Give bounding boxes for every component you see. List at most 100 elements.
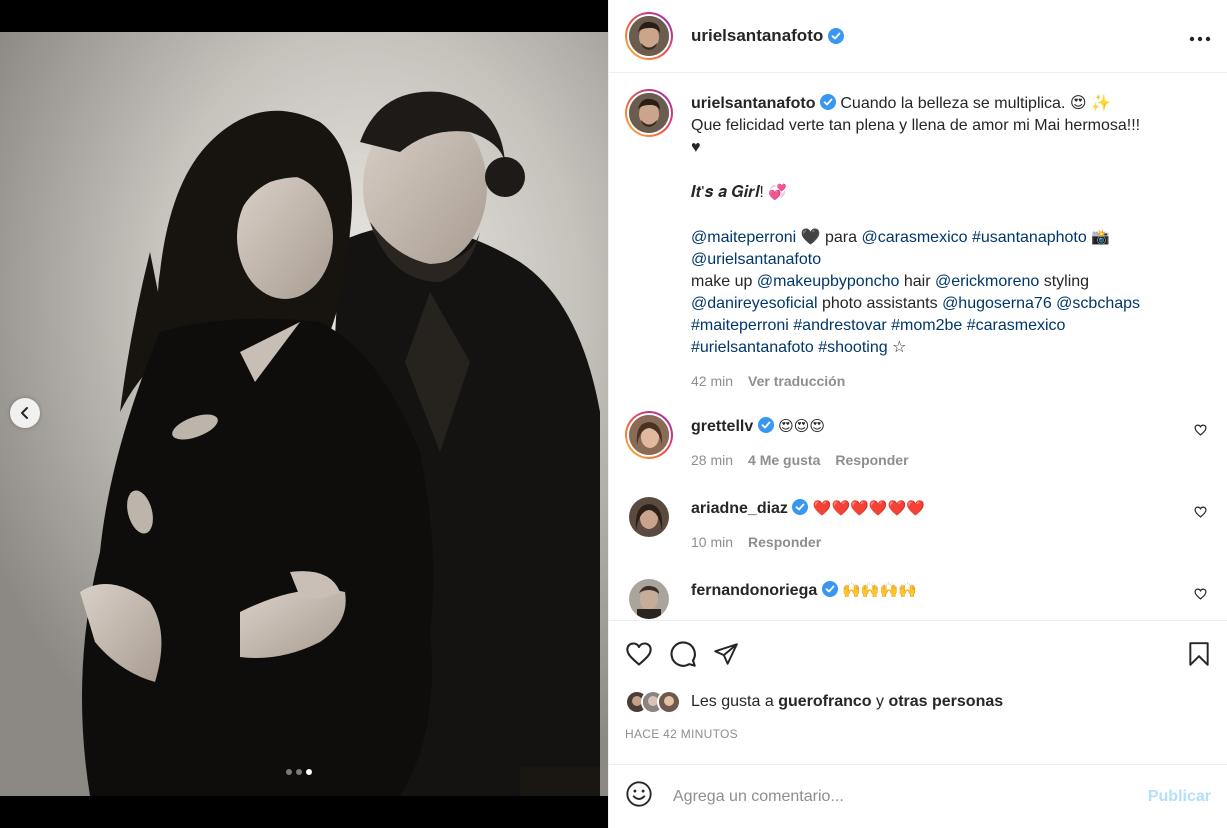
comment-likes[interactable]: 4 Me gusta [748, 449, 820, 471]
translate-link[interactable]: Ver traducción [748, 370, 845, 392]
mention-link[interactable]: @scbchaps [1056, 295, 1140, 312]
comment-row: ariadne_diaz ❤️❤️❤️❤️❤️❤️ 10 min Respond… [625, 493, 1211, 553]
heart-icon [1194, 588, 1207, 600]
maternity-photo [0, 32, 608, 796]
more-options-button[interactable] [1189, 25, 1211, 48]
hashtag-link[interactable]: #usantanaphoto [972, 229, 1087, 246]
save-button[interactable] [1187, 641, 1211, 667]
likes-prefix: Les gusta a [691, 693, 774, 710]
verified-icon [819, 94, 836, 110]
caption-row: urielsantanafoto Cuando la belleza se mu… [625, 89, 1211, 392]
avatar-image [629, 93, 669, 133]
comment-icon [670, 641, 696, 667]
commenter-avatar[interactable] [629, 579, 669, 619]
more-icon [1189, 36, 1211, 41]
caption-line3: ♥ [691, 139, 701, 156]
comment-text: ❤️❤️❤️❤️❤️❤️ [812, 499, 925, 517]
caption-text-assistants: photo assistants [821, 295, 938, 312]
caption-text-para: para [825, 229, 858, 246]
commenter-avatar[interactable] [629, 497, 669, 537]
like-comment-button[interactable] [1194, 423, 1207, 441]
comment-button[interactable] [669, 640, 697, 668]
caption-line2: Que felicidad verte tan plena y llena de… [691, 117, 1141, 134]
mention-link[interactable]: @urielsantanafoto [691, 251, 821, 268]
comment-row: fernandonoriega 🙌🙌🙌🙌 [625, 575, 1211, 620]
mention-link[interactable]: @makeupbyponcho [757, 273, 900, 290]
caption-text-styling: styling [1043, 273, 1090, 290]
reply-button[interactable]: Responder [835, 449, 908, 471]
comment-username[interactable]: grettellv [691, 418, 753, 435]
mention-link[interactable]: @danireyesoficial [691, 295, 818, 312]
heart-icon [1194, 506, 1207, 518]
caption-meta: 42 min Ver traducción [691, 370, 1191, 392]
author-username-text[interactable]: urielsantanafoto [691, 26, 823, 46]
star-glyph: ☆ [892, 339, 907, 356]
caption-username[interactable]: urielsantanafoto [691, 95, 815, 112]
hashtag-link[interactable]: #mom2be [891, 317, 962, 334]
likes-user[interactable]: guerofranco [778, 693, 871, 711]
emoji-picker-button[interactable] [625, 780, 653, 813]
liker-avatars[interactable] [625, 690, 681, 714]
hashtag-link[interactable]: #carasmexico [967, 317, 1066, 334]
mention-link[interactable]: @maiteperroni [691, 229, 796, 246]
author-username[interactable]: urielsantanafoto [691, 26, 845, 46]
bookmark-icon [1189, 642, 1209, 666]
caption-text: urielsantanafoto Cuando la belleza se mu… [691, 93, 1191, 392]
mention-link[interactable]: @hugoserna76 [942, 295, 1052, 312]
comments-list[interactable]: urielsantanafoto Cuando la belleza se mu… [609, 73, 1227, 620]
its-a-girl-emoji: 💞 [768, 183, 787, 201]
post-timestamp[interactable]: HACE 42 MINUTOS [625, 727, 1211, 741]
verified-icon [792, 499, 809, 515]
comment-time[interactable]: 10 min [691, 531, 733, 553]
carousel-prev-button[interactable] [10, 398, 40, 428]
liker-avatar [657, 690, 681, 714]
post-header: urielsantanafoto [609, 0, 1227, 73]
verified-icon [757, 417, 774, 433]
likes-summary: Les gusta a guerofranco y otras personas [625, 687, 1211, 717]
comment-meta: 10 min Responder [691, 531, 1191, 553]
avatar-image [629, 497, 669, 537]
post-actions: Les gusta a guerofranco y otras personas… [609, 620, 1227, 741]
caption-line1: Cuando la belleza se multiplica. 😍 ✨ [840, 95, 1111, 112]
heart-icon [1194, 424, 1207, 436]
smiley-icon [626, 781, 652, 807]
hashtag-link[interactable]: #shooting [818, 339, 887, 356]
photo-viewer [0, 0, 608, 828]
comment-username[interactable]: ariadne_diaz [691, 500, 788, 517]
verified-icon [828, 28, 845, 44]
comment-input[interactable] [673, 787, 1148, 806]
likes-connector: y [875, 693, 884, 710]
publish-button[interactable]: Publicar [1148, 788, 1211, 806]
likes-others[interactable]: otras personas [888, 693, 1003, 711]
commenter-avatar[interactable] [625, 411, 673, 459]
like-comment-button[interactable] [1194, 505, 1207, 523]
carousel-indicator [286, 769, 312, 775]
avatar-image [629, 579, 669, 619]
comment-text: 😍😍😍 [778, 417, 826, 435]
caption-avatar[interactable] [625, 89, 673, 137]
share-button[interactable] [713, 641, 739, 667]
comment-text: 🙌🙌🙌🙌 [842, 581, 917, 599]
add-comment-bar: Publicar [609, 764, 1227, 828]
like-comment-button[interactable] [1194, 587, 1207, 605]
chevron-left-icon [21, 407, 28, 419]
like-button[interactable] [625, 641, 653, 667]
author-avatar[interactable] [625, 12, 673, 60]
post-side-panel: urielsantanafoto urielsantanafoto Cuando… [608, 0, 1227, 828]
hashtag-link[interactable]: #andrestovar [793, 317, 886, 334]
caption-time[interactable]: 42 min [691, 370, 733, 392]
comment-username[interactable]: fernandonoriega [691, 582, 817, 599]
its-a-girl: 𝑰𝒕'𝒔 𝒂 𝑮𝒊𝒓𝒍! [691, 184, 764, 201]
hashtag-link[interactable]: #maiteperroni [691, 317, 789, 334]
share-icon [714, 643, 738, 665]
post-photo [0, 32, 608, 796]
carousel-dot-active [306, 769, 312, 775]
reply-button[interactable]: Responder [748, 531, 821, 553]
comment-time[interactable]: 28 min [691, 449, 733, 471]
black-heart: 🖤 [800, 229, 821, 246]
mention-link[interactable]: @carasmexico [861, 229, 967, 246]
hashtag-link[interactable]: #urielsantanafoto [691, 339, 814, 356]
mention-link[interactable]: @erickmoreno [935, 273, 1039, 290]
avatar-image [629, 16, 669, 56]
action-bar [625, 621, 1211, 687]
